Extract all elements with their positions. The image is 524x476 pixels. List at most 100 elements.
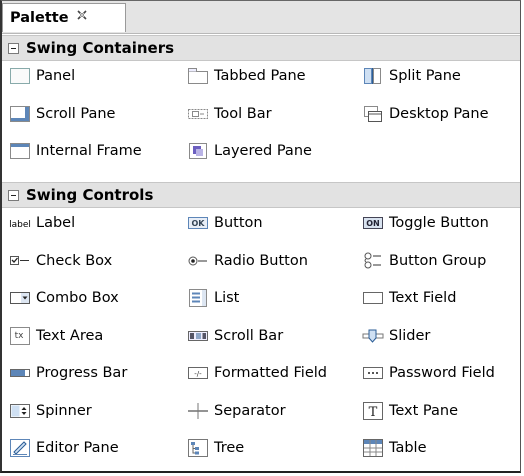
- palette-window: Palette Swing Containers Panel Tabbed Pane…: [0, 0, 521, 473]
- collapse-toggle-icon[interactable]: [8, 189, 19, 201]
- palette-item-slider[interactable]: Slider: [361, 321, 430, 351]
- collapse-toggle-icon[interactable]: [8, 42, 19, 54]
- palette-item-label: Tabbed Pane: [214, 68, 306, 84]
- palette-item-label: Text Field: [389, 290, 457, 306]
- palette-item-scroll-bar[interactable]: Scroll Bar: [186, 321, 283, 351]
- close-icon[interactable]: [76, 9, 90, 23]
- palette-item-formatted-field[interactable]: -/- Formatted Field: [186, 358, 327, 388]
- palette-item-label: Internal Frame: [36, 143, 142, 159]
- table-icon: [361, 437, 385, 459]
- palette-item-label: Scroll Pane: [36, 105, 116, 122]
- section-label: Swing Containers: [26, 39, 175, 57]
- svg-text:ON: ON: [366, 219, 380, 228]
- palette-item-label: Button: [214, 215, 263, 231]
- svg-text:OK: OK: [192, 219, 206, 228]
- palette-item-label: Editor Pane: [36, 440, 119, 456]
- split-pane-icon: [361, 65, 385, 87]
- panel-icon: [8, 65, 32, 87]
- toggle-button-icon: ON: [361, 212, 385, 234]
- palette-item-text-pane[interactable]: T Text Pane: [361, 396, 458, 426]
- tab-palette[interactable]: Palette: [2, 3, 126, 32]
- palette-item-toggle-button[interactable]: ON Toggle Button: [361, 208, 489, 238]
- section-label: Swing Controls: [26, 186, 154, 204]
- internal-frame-icon: [8, 140, 32, 162]
- palette-item-label: Check Box: [36, 252, 113, 269]
- palette-item-label: Tool Bar: [214, 105, 272, 122]
- button-icon: OK: [186, 212, 210, 234]
- palette-item-label: Toggle Button: [389, 215, 489, 231]
- radio-button-icon: [186, 250, 210, 272]
- palette-item-layered-pane[interactable]: Layered Pane: [186, 136, 312, 166]
- palette-item-separator[interactable]: Separator: [186, 396, 286, 426]
- editor-pane-icon: [8, 437, 32, 459]
- palette-item-internal-frame[interactable]: Internal Frame: [8, 136, 142, 166]
- palette-item-tool-bar[interactable]: Tool Bar: [186, 99, 272, 129]
- palette-item-label: Layered Pane: [214, 143, 312, 159]
- palette-item-panel[interactable]: Panel: [8, 61, 75, 91]
- text-pane-icon: T: [361, 400, 385, 422]
- palette-item-text-area[interactable]: tx Text Area: [8, 321, 103, 351]
- palette-item-list[interactable]: List: [186, 283, 239, 313]
- button-group-icon: [361, 250, 385, 272]
- palette-item-label: Radio Button: [214, 252, 308, 269]
- svg-text:tx: tx: [15, 331, 25, 341]
- palette-item-label: Panel: [36, 68, 76, 84]
- palette-item-label: Text Pane: [389, 402, 459, 419]
- palette-item-label: Split Pane: [389, 68, 461, 84]
- palette-item-radio-button[interactable]: Radio Button: [186, 246, 308, 276]
- progress-bar-icon: [8, 362, 32, 384]
- palette-item-button[interactable]: OK Button: [186, 208, 263, 238]
- palette-item-tree[interactable]: Tree: [186, 433, 244, 463]
- svg-text:T: T: [369, 405, 378, 420]
- palette-item-label: Table: [389, 440, 427, 456]
- palette-item-editor-pane[interactable]: Editor Pane: [8, 433, 119, 463]
- palette-item-text-field[interactable]: Text Field: [361, 283, 456, 313]
- palette-item-label: Tree: [214, 440, 245, 456]
- palette-item-check-box[interactable]: Check Box: [8, 246, 112, 276]
- text-field-icon: [361, 287, 385, 309]
- label-icon: label: [8, 212, 32, 234]
- scroll-pane-icon: [8, 103, 32, 125]
- text-area-icon: tx: [8, 325, 32, 347]
- palette-item-password-field[interactable]: Password Field: [361, 358, 495, 388]
- palette-item-label: Progress Bar: [36, 365, 128, 381]
- palette-item-split-pane[interactable]: Split Pane: [361, 61, 461, 91]
- svg-text:-/-: -/-: [194, 370, 202, 378]
- palette-item-scroll-pane[interactable]: Scroll Pane: [8, 99, 115, 129]
- list-icon: [186, 287, 210, 309]
- palette-item-label: Formatted Field: [214, 365, 327, 381]
- password-field-icon: [361, 362, 385, 384]
- palette-item-combo-box[interactable]: Combo Box: [8, 283, 119, 313]
- tab-title: Palette: [10, 10, 69, 26]
- desktop-pane-icon: [361, 103, 385, 125]
- separator-icon: [186, 400, 210, 422]
- formatted-field-icon: -/-: [186, 362, 210, 384]
- section-header-swing-controls[interactable]: Swing Controls: [2, 182, 520, 208]
- palette-item-progress-bar[interactable]: Progress Bar: [8, 358, 127, 388]
- palette-item-tabbed-pane[interactable]: Tabbed Pane: [186, 61, 306, 91]
- palette-item-desktop-pane[interactable]: Desktop Pane: [361, 99, 489, 129]
- palette-item-table[interactable]: Table: [361, 433, 427, 463]
- palette-item-label: Text Area: [36, 327, 104, 344]
- palette-item-spinner[interactable]: Spinner: [8, 396, 92, 426]
- section-header-swing-containers[interactable]: Swing Containers: [2, 35, 520, 61]
- palette-item-label: Spinner: [36, 402, 92, 419]
- palette-item-label: Slider: [389, 327, 431, 344]
- spinner-icon: [8, 400, 32, 422]
- palette-item-button-group[interactable]: Button Group: [361, 246, 486, 276]
- tool-bar-icon: [186, 103, 210, 125]
- tab-bar: Palette: [2, 1, 520, 34]
- palette-item-label: Scroll Bar: [214, 327, 284, 344]
- check-box-icon: [8, 250, 32, 272]
- palette-item-label[interactable]: label Label: [8, 208, 75, 238]
- palette-item-label: Password Field: [389, 365, 495, 381]
- palette-item-label: Desktop Pane: [389, 105, 489, 122]
- layered-pane-icon: [186, 140, 210, 162]
- palette-item-label: Button Group: [389, 252, 487, 269]
- scroll-bar-icon: [186, 325, 210, 347]
- tabbed-pane-icon: [186, 65, 210, 87]
- svg-text:label: label: [9, 220, 31, 230]
- combo-box-icon: [8, 287, 32, 309]
- slider-icon: [361, 325, 385, 347]
- tree-icon: [186, 437, 210, 459]
